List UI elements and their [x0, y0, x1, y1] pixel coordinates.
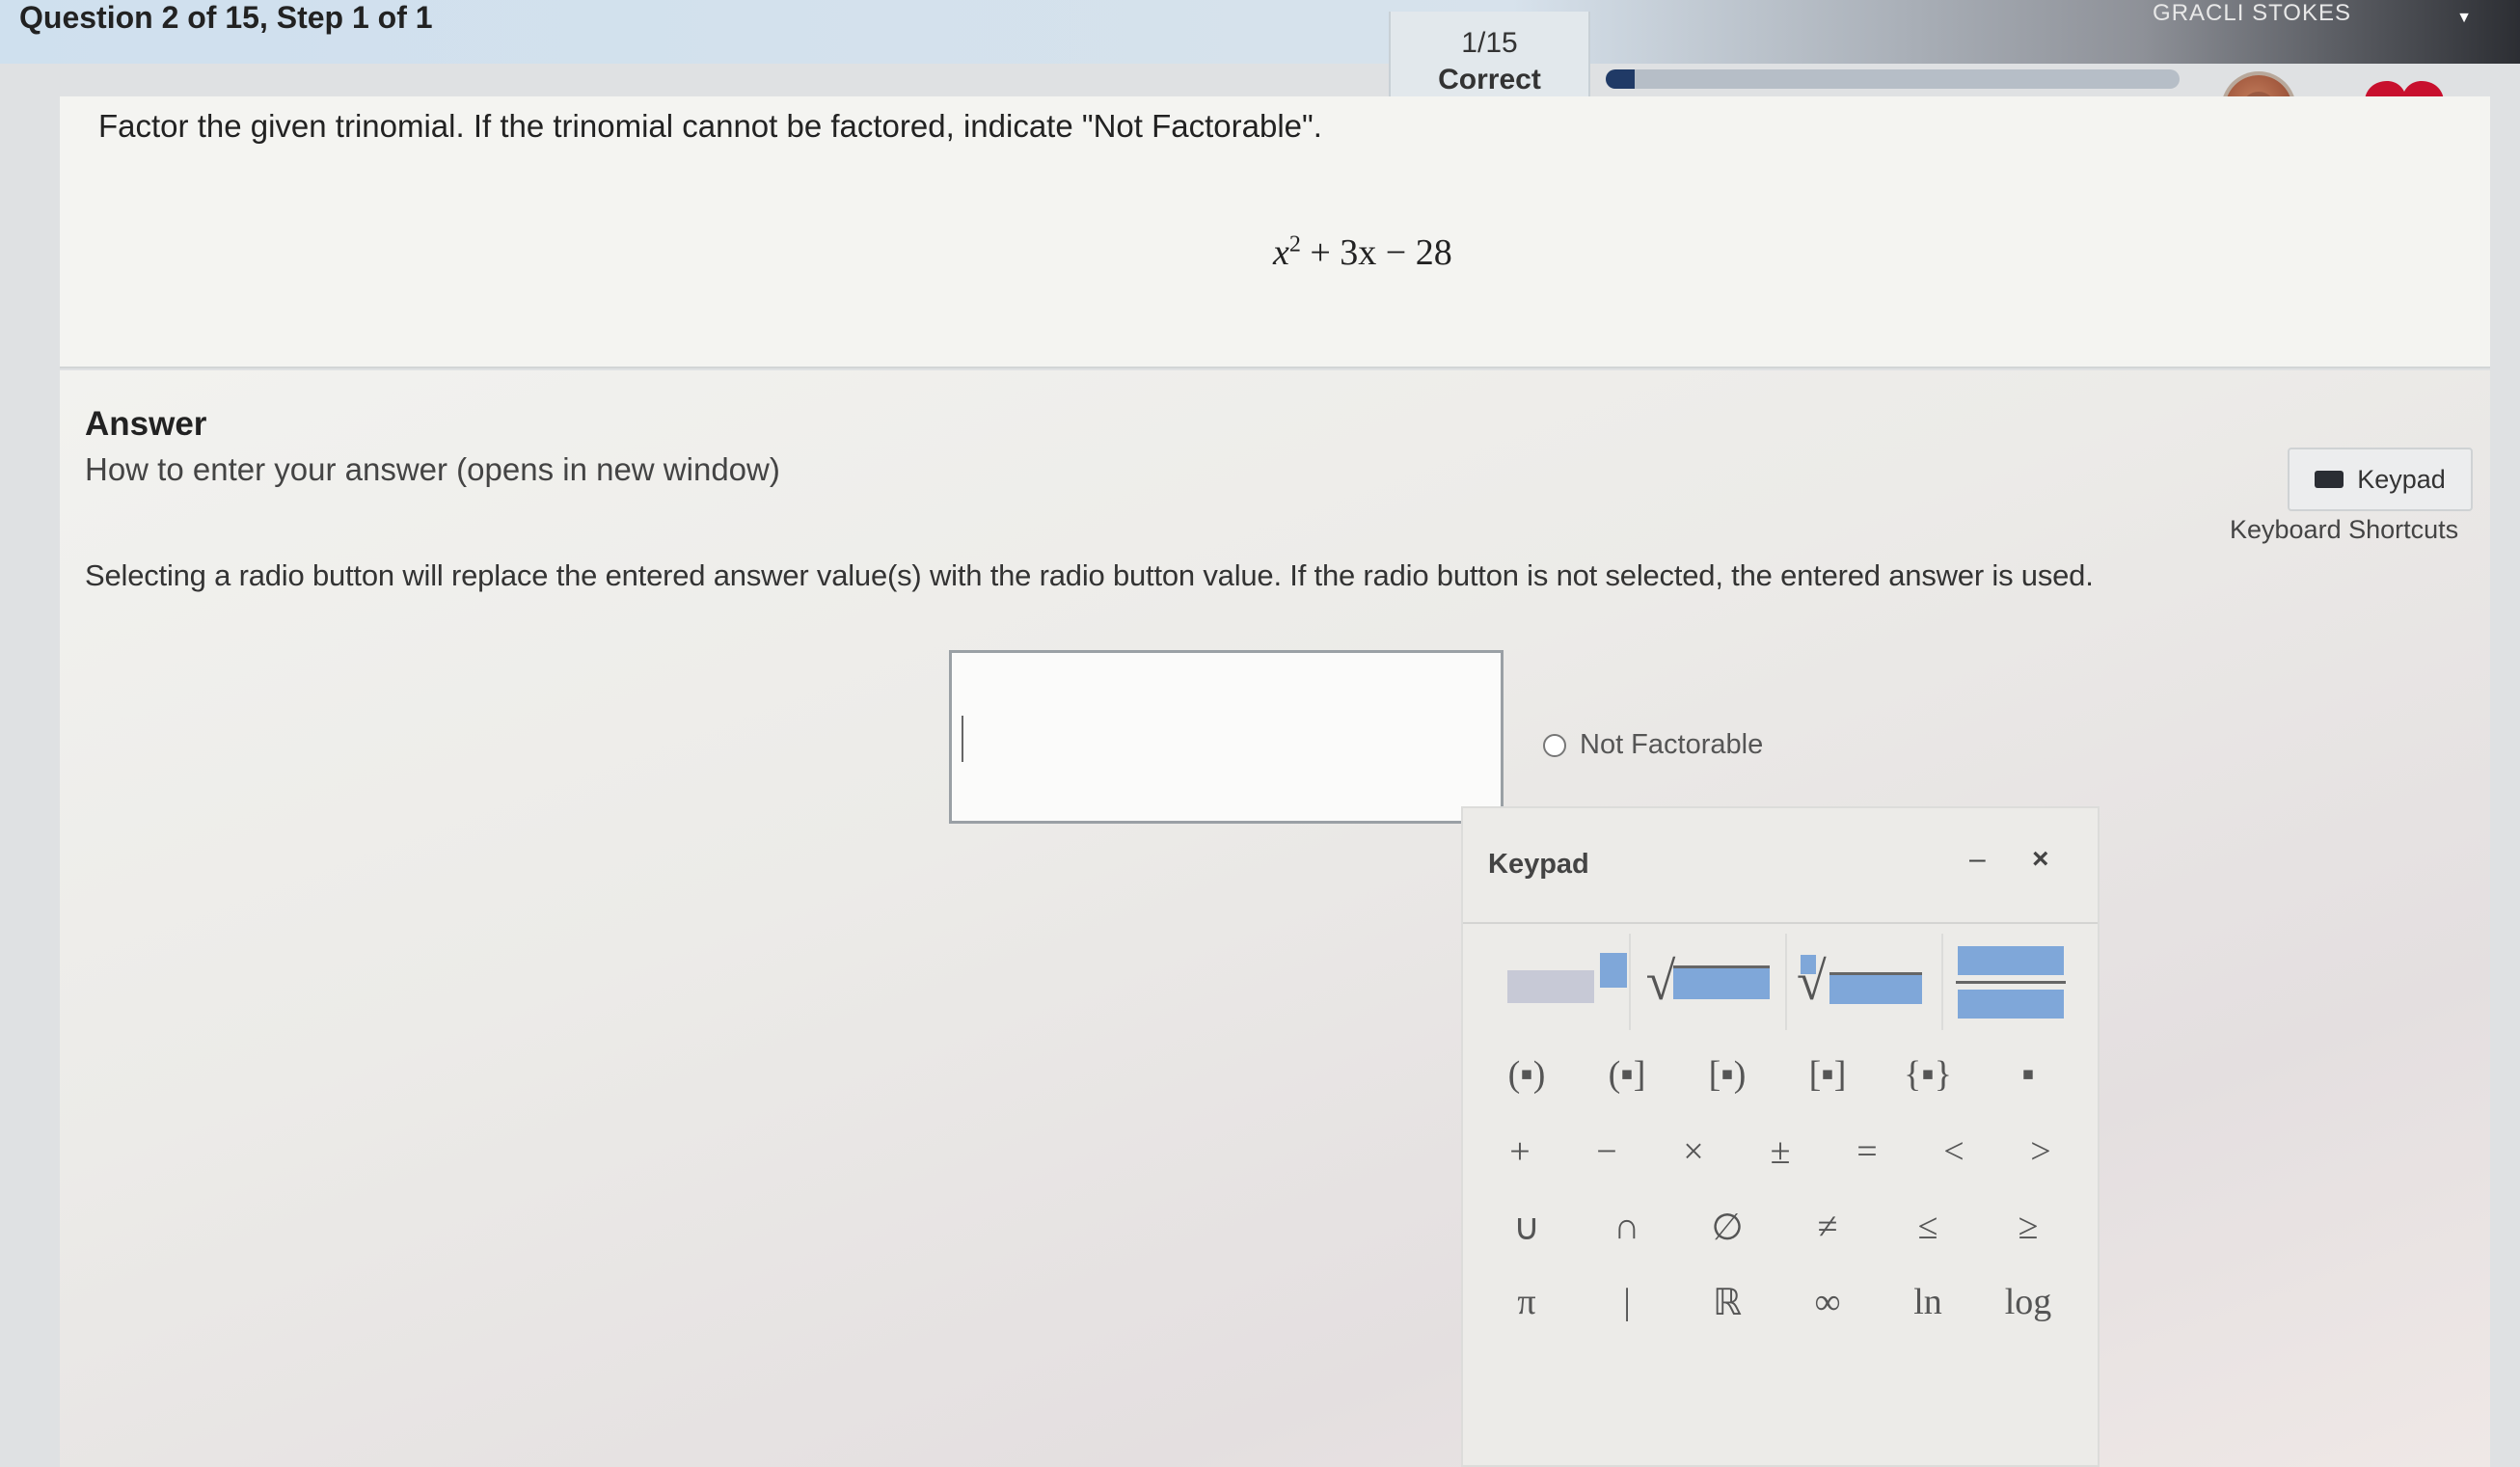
- user-name[interactable]: GRACLI STOKES: [2153, 0, 2351, 27]
- expression-rest: + 3x − 28: [1310, 232, 1452, 273]
- log-key[interactable]: log: [1978, 1263, 2078, 1341]
- greater-equal-key[interactable]: ≥: [1978, 1188, 2078, 1265]
- keypad-operators-row: + − × ± = < >: [1477, 1113, 2084, 1190]
- answer-input[interactable]: [949, 650, 1504, 824]
- plus-key[interactable]: +: [1477, 1113, 1563, 1190]
- fraction-key[interactable]: [1943, 934, 2078, 1030]
- keypad-template-row: √ √: [1477, 934, 2078, 1030]
- open-interval-key[interactable]: (▪): [1477, 1036, 1577, 1113]
- plus-minus-key[interactable]: ±: [1737, 1113, 1824, 1190]
- times-key[interactable]: ×: [1650, 1113, 1737, 1190]
- intersection-key[interactable]: ∩: [1577, 1188, 1677, 1265]
- close-button[interactable]: ×: [2032, 843, 2049, 876]
- union-key[interactable]: ∪: [1477, 1188, 1577, 1265]
- expression-exponent: 2: [1288, 231, 1301, 258]
- progress-bar: [1606, 69, 2180, 89]
- keypad-toggle-label: Keypad: [2357, 464, 2446, 494]
- keypad-header: Keypad – ×: [1463, 808, 2098, 924]
- keypad-panel: Keypad – × √ √ (▪) (▪] [▪) [▪] {▪} ▪ + −…: [1461, 806, 2100, 1467]
- less-than-key[interactable]: <: [1910, 1113, 1997, 1190]
- top-bar: Question 2 of 15, Step 1 of 1 GRACLI STO…: [0, 0, 2520, 64]
- minus-key[interactable]: −: [1563, 1113, 1650, 1190]
- keypad-sets-row: ∪ ∩ ∅ ≠ ≤ ≥: [1477, 1188, 2078, 1265]
- greater-than-key[interactable]: >: [1997, 1113, 2084, 1190]
- trinomial-expression: x2 + 3x − 28: [1273, 231, 1452, 274]
- question-card: Factor the given trinomial. If the trino…: [60, 96, 2490, 368]
- closed-interval-key[interactable]: [▪]: [1777, 1036, 1878, 1113]
- keyboard-shortcuts-link[interactable]: Keyboard Shortcuts: [2230, 515, 2458, 545]
- absolute-value-key[interactable]: |: [1577, 1263, 1677, 1341]
- text-caret: [962, 716, 963, 762]
- expression-base: x: [1273, 232, 1289, 273]
- not-equal-key[interactable]: ≠: [1777, 1188, 1878, 1265]
- infinity-key[interactable]: ∞: [1777, 1263, 1878, 1341]
- radio-instructions: Selecting a radio button will replace th…: [85, 558, 2094, 592]
- keypad-intervals-row: (▪) (▪] [▪) [▪] {▪} ▪: [1477, 1036, 2078, 1113]
- square-root-key[interactable]: √: [1631, 934, 1787, 1030]
- keypad-symbols-row: π | ℝ ∞ ln log: [1477, 1263, 2078, 1341]
- keypad-title: Keypad: [1488, 849, 1589, 880]
- set-braces-key[interactable]: {▪}: [1878, 1036, 1978, 1113]
- nth-root-key[interactable]: √: [1787, 934, 1943, 1030]
- score-box: 1/15 Correct: [1389, 12, 1590, 108]
- score-status: Correct: [1438, 64, 1541, 95]
- real-numbers-key[interactable]: ℝ: [1677, 1263, 1777, 1341]
- question-prompt: Factor the given trinomial. If the trino…: [98, 108, 1322, 144]
- answer-heading: Answer: [85, 405, 207, 443]
- less-equal-key[interactable]: ≤: [1878, 1188, 1978, 1265]
- chevron-down-icon[interactable]: ▼: [2456, 10, 2472, 27]
- keyboard-icon: [2315, 471, 2344, 488]
- exponent-key[interactable]: [1477, 934, 1631, 1030]
- radio-label: Not Factorable: [1580, 729, 1764, 760]
- keypad-toggle-button[interactable]: Keypad: [2288, 448, 2473, 511]
- breadcrumb: Question 2 of 15, Step 1 of 1: [19, 0, 433, 35]
- equals-key[interactable]: =: [1824, 1113, 1910, 1190]
- half-open-left-key[interactable]: [▪): [1677, 1036, 1777, 1113]
- help-link[interactable]: How to enter your answer (opens in new w…: [85, 451, 780, 488]
- score-fraction: 1/15: [1461, 27, 1518, 59]
- half-open-right-key[interactable]: (▪]: [1577, 1036, 1677, 1113]
- placeholder-key[interactable]: ▪: [1978, 1036, 2078, 1113]
- ln-key[interactable]: ln: [1878, 1263, 1978, 1341]
- radio-circle[interactable]: [1543, 733, 1566, 757]
- not-factorable-radio[interactable]: Not Factorable: [1543, 729, 1763, 761]
- minimize-button[interactable]: –: [1969, 843, 1986, 876]
- pi-key[interactable]: π: [1477, 1263, 1577, 1341]
- empty-set-key[interactable]: ∅: [1677, 1188, 1777, 1265]
- answer-area: Answer How to enter your answer (opens i…: [60, 370, 2490, 1467]
- progress-fill: [1606, 69, 1635, 89]
